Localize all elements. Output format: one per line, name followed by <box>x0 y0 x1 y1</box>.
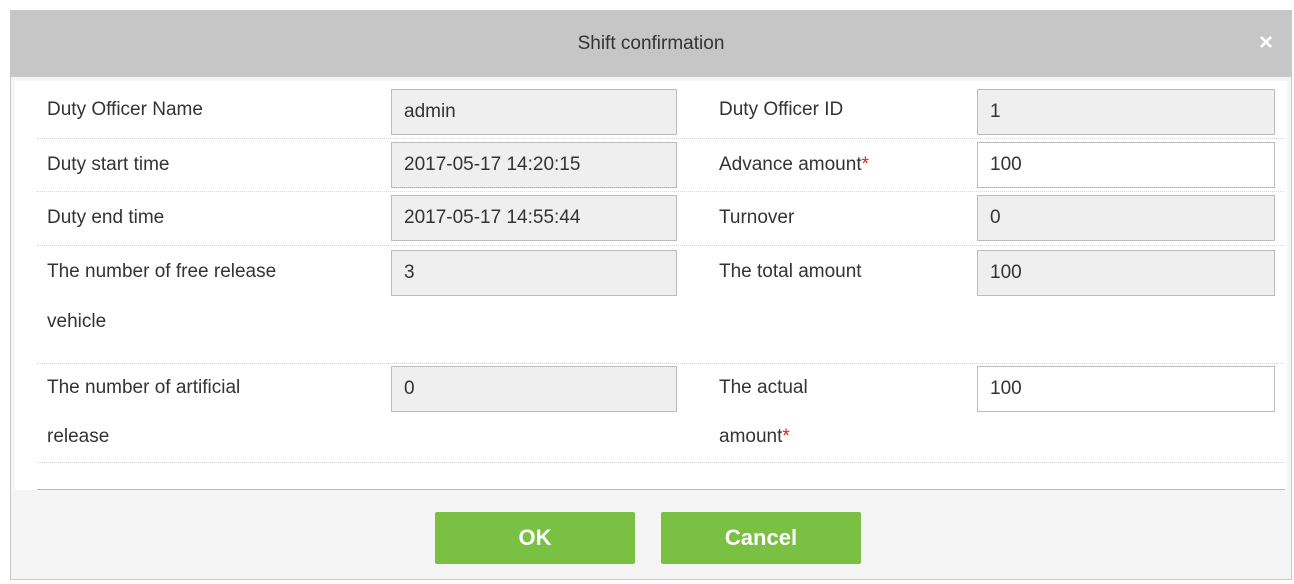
actual-amount-label-line2: amount* <box>719 417 790 457</box>
duty-start-time-field[interactable] <box>391 142 677 188</box>
advance-amount-label: Advance amount* <box>719 145 869 185</box>
cancel-button[interactable]: Cancel <box>661 512 861 564</box>
duty-officer-id-field[interactable] <box>977 89 1275 135</box>
artificial-release-label-line1: The number of artificial <box>47 377 241 398</box>
dialog-titlebar: Shift confirmation × <box>11 11 1291 77</box>
form-row-end-time: Duty end time Turnover <box>37 192 1285 246</box>
form-row-start-time: Duty start time Advance amount* <box>37 139 1285 192</box>
total-amount-field[interactable] <box>977 250 1275 296</box>
form-row-officer: Duty Officer Name Duty Officer ID <box>37 81 1285 139</box>
free-release-label-line1: The number of free release <box>47 261 277 282</box>
advance-amount-input[interactable] <box>977 142 1275 188</box>
duty-officer-name-label: Duty Officer Name <box>47 99 203 120</box>
ok-button[interactable]: OK <box>435 512 635 564</box>
advance-amount-label-text: Advance amount <box>719 154 862 175</box>
total-amount-label: The total amount <box>719 261 862 282</box>
actual-amount-label-text: amount <box>719 426 783 447</box>
duty-officer-name-field[interactable] <box>391 89 677 135</box>
free-release-field[interactable] <box>391 250 677 296</box>
actual-amount-input[interactable] <box>977 366 1275 412</box>
shift-confirmation-dialog: Shift confirmation × Duty Officer Name D… <box>10 10 1292 580</box>
artificial-release-field[interactable] <box>391 366 677 412</box>
form-row-artificial-release: The number of artificial release The act… <box>37 364 1285 463</box>
actual-amount-label-line1: The actual <box>719 377 808 398</box>
form-row-free-release: The number of free release vehicle The t… <box>37 246 1285 364</box>
dialog-title: Shift confirmation <box>577 33 725 54</box>
artificial-release-label-line2: release <box>47 426 110 447</box>
duty-end-time-label: Duty end time <box>47 207 165 228</box>
turnover-label: Turnover <box>719 207 795 228</box>
turnover-field[interactable] <box>977 195 1275 241</box>
dialog-body: Duty Officer Name Duty Officer ID Duty s… <box>15 81 1287 577</box>
duty-end-time-field[interactable] <box>391 195 677 241</box>
duty-officer-id-label: Duty Officer ID <box>719 99 844 120</box>
dialog-footer: OK Cancel <box>15 490 1287 577</box>
required-mark: * <box>782 426 790 447</box>
free-release-label-line2: vehicle <box>47 311 107 332</box>
duty-start-time-label: Duty start time <box>47 154 170 175</box>
required-mark: * <box>861 154 869 175</box>
close-icon[interactable]: × <box>1253 30 1279 56</box>
